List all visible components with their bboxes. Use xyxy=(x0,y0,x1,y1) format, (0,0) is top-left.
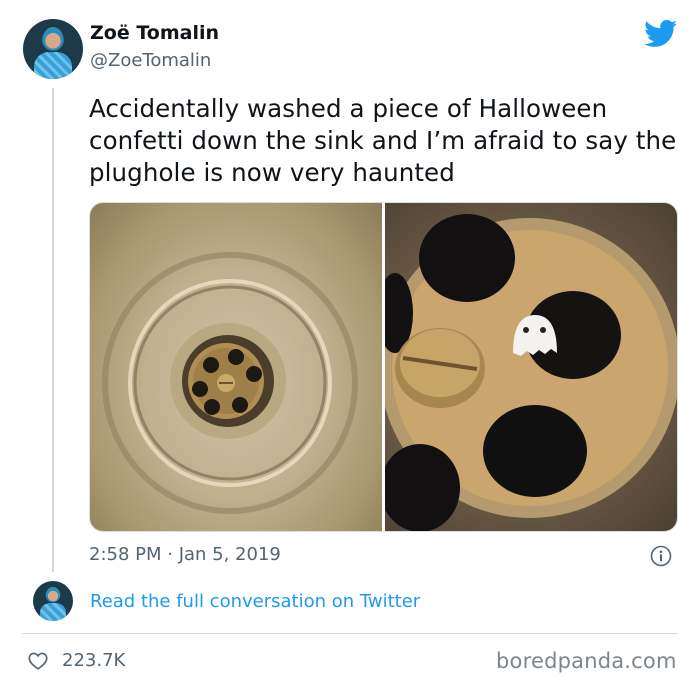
conversation-avatar[interactable] xyxy=(33,581,73,621)
watermark: boredpanda.com xyxy=(496,649,677,673)
author-name[interactable]: Zoë Tomalin xyxy=(90,22,219,44)
author-handle[interactable]: @ZoeTomalin xyxy=(90,50,211,71)
heart-icon[interactable] xyxy=(27,650,49,672)
tweet-media[interactable] xyxy=(89,202,678,532)
tweet-text: Accidentally washed a piece of Halloween… xyxy=(89,94,677,187)
author-avatar[interactable] xyxy=(23,19,83,79)
divider xyxy=(22,633,678,634)
twitter-bird-icon[interactable] xyxy=(644,20,678,48)
ghost-plughole-photo[interactable] xyxy=(385,203,677,531)
read-conversation-link[interactable]: Read the full conversation on Twitter xyxy=(90,591,420,612)
tweet-timestamp[interactable]: 2:58 PM · Jan 5, 2019 xyxy=(89,544,281,565)
info-icon[interactable] xyxy=(650,545,672,567)
thread-line xyxy=(52,88,54,572)
like-count: 223.7K xyxy=(62,650,126,671)
sink-drain-photo[interactable] xyxy=(90,203,382,531)
